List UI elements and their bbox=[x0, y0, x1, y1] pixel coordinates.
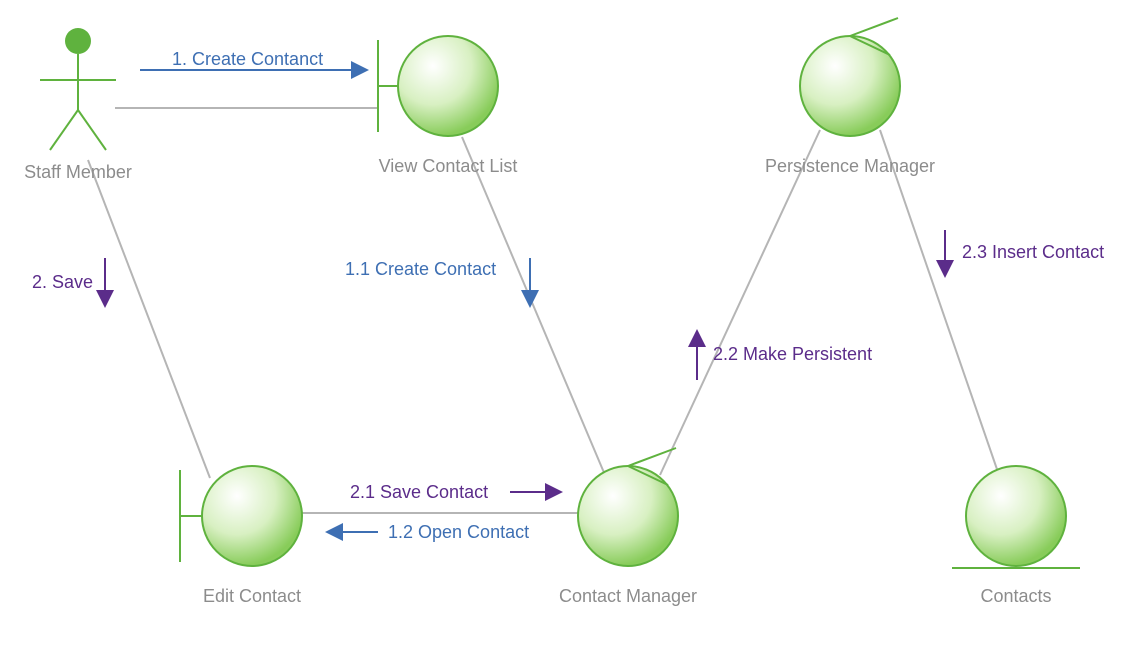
msg-23: 2.3 Insert Contact bbox=[962, 242, 1104, 262]
boundary-view-contact-list: View Contact List bbox=[378, 36, 517, 176]
msg-21: 2.1 Save Contact bbox=[350, 482, 488, 502]
link-viewlist-contactmgr bbox=[462, 137, 605, 475]
boundary-edit-contact: Edit Contact bbox=[180, 466, 302, 606]
msg-22: 2.2 Make Persistent bbox=[713, 344, 872, 364]
collaboration-diagram: 1. Create Contanct 2. Save 1.1 Create Co… bbox=[0, 0, 1130, 668]
label-contacts: Contacts bbox=[980, 586, 1051, 606]
link-persistmgr-contacts bbox=[880, 130, 1000, 478]
label-editcontact: Edit Contact bbox=[203, 586, 301, 606]
link-contactmgr-persistmgr bbox=[660, 130, 820, 475]
entity-contacts: Contacts bbox=[952, 466, 1080, 606]
label-contactmgr: Contact Manager bbox=[559, 586, 697, 606]
msg-11: 1.1 Create Contact bbox=[345, 259, 496, 279]
control-persistence-manager: Persistence Manager bbox=[765, 18, 935, 176]
control-contact-manager: Contact Manager bbox=[559, 448, 697, 606]
label-persistmgr: Persistence Manager bbox=[765, 156, 935, 176]
label-viewlist: View Contact List bbox=[379, 156, 518, 176]
label-staff: Staff Member bbox=[24, 162, 132, 182]
link-staff-editcontact bbox=[88, 160, 210, 478]
actor-staff-member: Staff Member bbox=[24, 28, 132, 182]
msg-12: 1.2 Open Contact bbox=[388, 522, 529, 542]
msg-1: 1. Create Contanct bbox=[172, 49, 323, 69]
msg-2: 2. Save bbox=[32, 272, 93, 292]
